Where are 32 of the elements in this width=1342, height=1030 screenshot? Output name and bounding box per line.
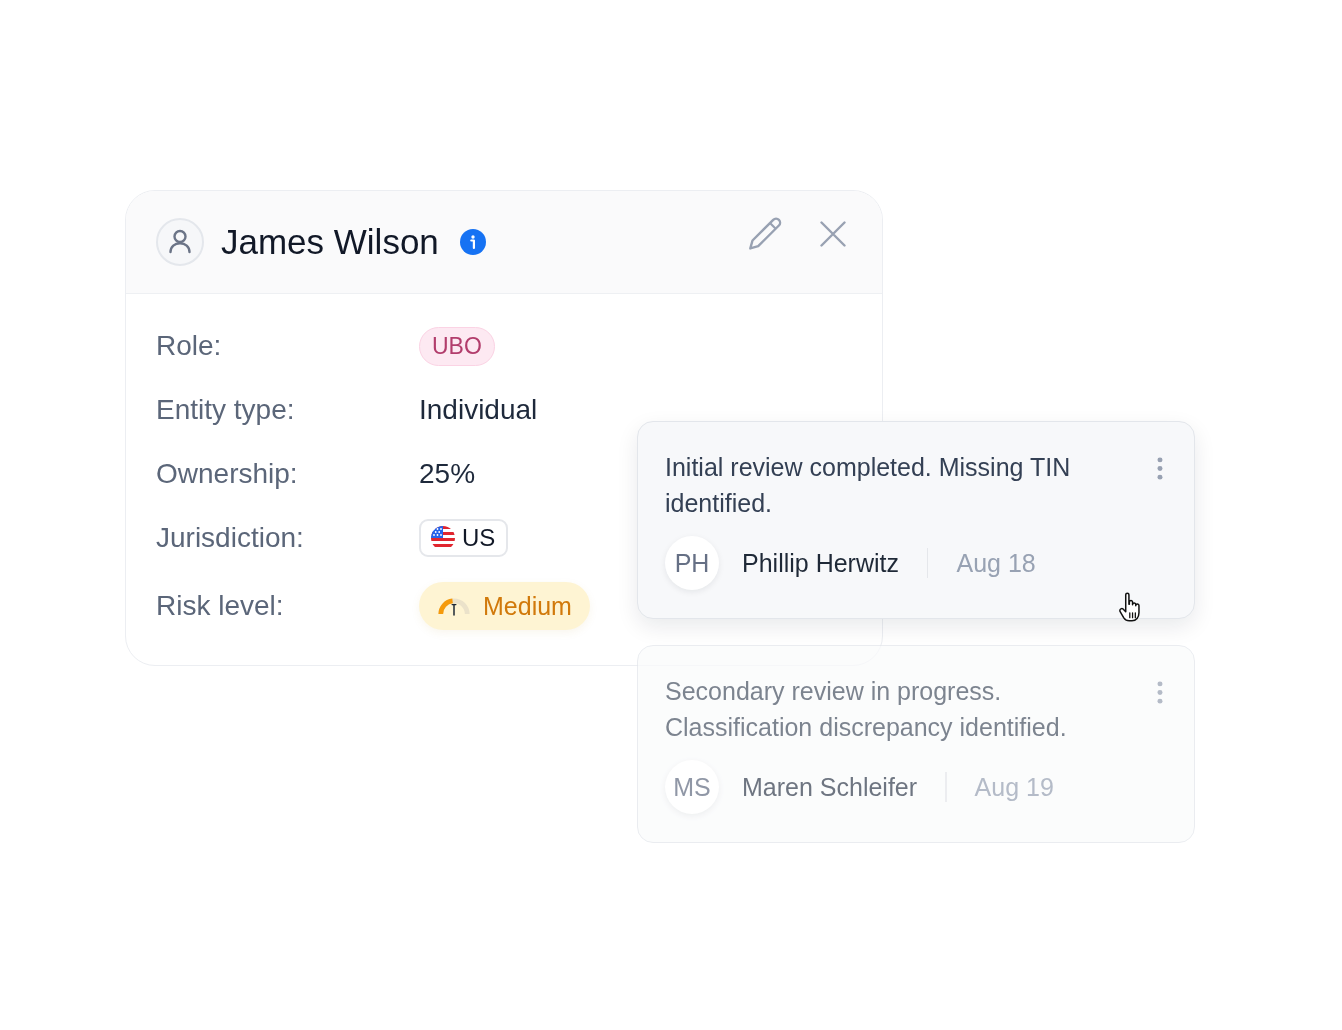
gauge-icon — [437, 596, 471, 616]
author-name: Maren Schleifer — [742, 772, 918, 802]
info-icon[interactable] — [459, 229, 486, 255]
person-icon — [156, 218, 204, 266]
author-name: Phillip Herwitz — [742, 548, 899, 578]
field-label: Entity type: — [156, 394, 296, 426]
pencil-icon — [748, 217, 782, 251]
close-icon — [820, 221, 846, 247]
author-initials: PH — [665, 536, 719, 590]
author-initials: MS — [665, 760, 719, 814]
comment-card[interactable]: Initial review completed. Missing TIN identified. PH Phillip Herwitz Aug 18 — [637, 421, 1195, 619]
more-options-icon[interactable] — [1157, 457, 1163, 480]
more-options-icon[interactable] — [1157, 681, 1163, 704]
field-label: Role: — [156, 330, 223, 362]
field-label: Jurisdiction: — [156, 522, 305, 554]
role-tag: UBO — [419, 326, 495, 366]
edit-button[interactable] — [748, 217, 782, 251]
country-code: US — [462, 524, 496, 552]
flag-icon — [431, 526, 455, 550]
comment-text: Initial review completed. Missing TIN identified. — [665, 452, 1072, 519]
person-name: James Wilson — [221, 222, 439, 262]
comment-date: Aug 18 — [956, 548, 1036, 578]
comment-date: Aug 19 — [974, 772, 1054, 802]
field-value: 25% — [419, 458, 476, 490]
hand-cursor-icon — [1117, 591, 1143, 623]
field-value: Individual — [419, 394, 538, 426]
comment-text: Secondary review in progress. Classification discrepancy identified. — [665, 676, 1068, 743]
field-label: Ownership: — [156, 458, 299, 490]
close-button[interactable] — [820, 221, 846, 247]
field-label: Risk level: — [156, 590, 285, 622]
risk-value: Medium — [483, 591, 572, 621]
comment-card[interactable]: Secondary review in progress. Classification discrepancy identified. MS Maren Schleifer Aug 19 — [637, 645, 1195, 843]
